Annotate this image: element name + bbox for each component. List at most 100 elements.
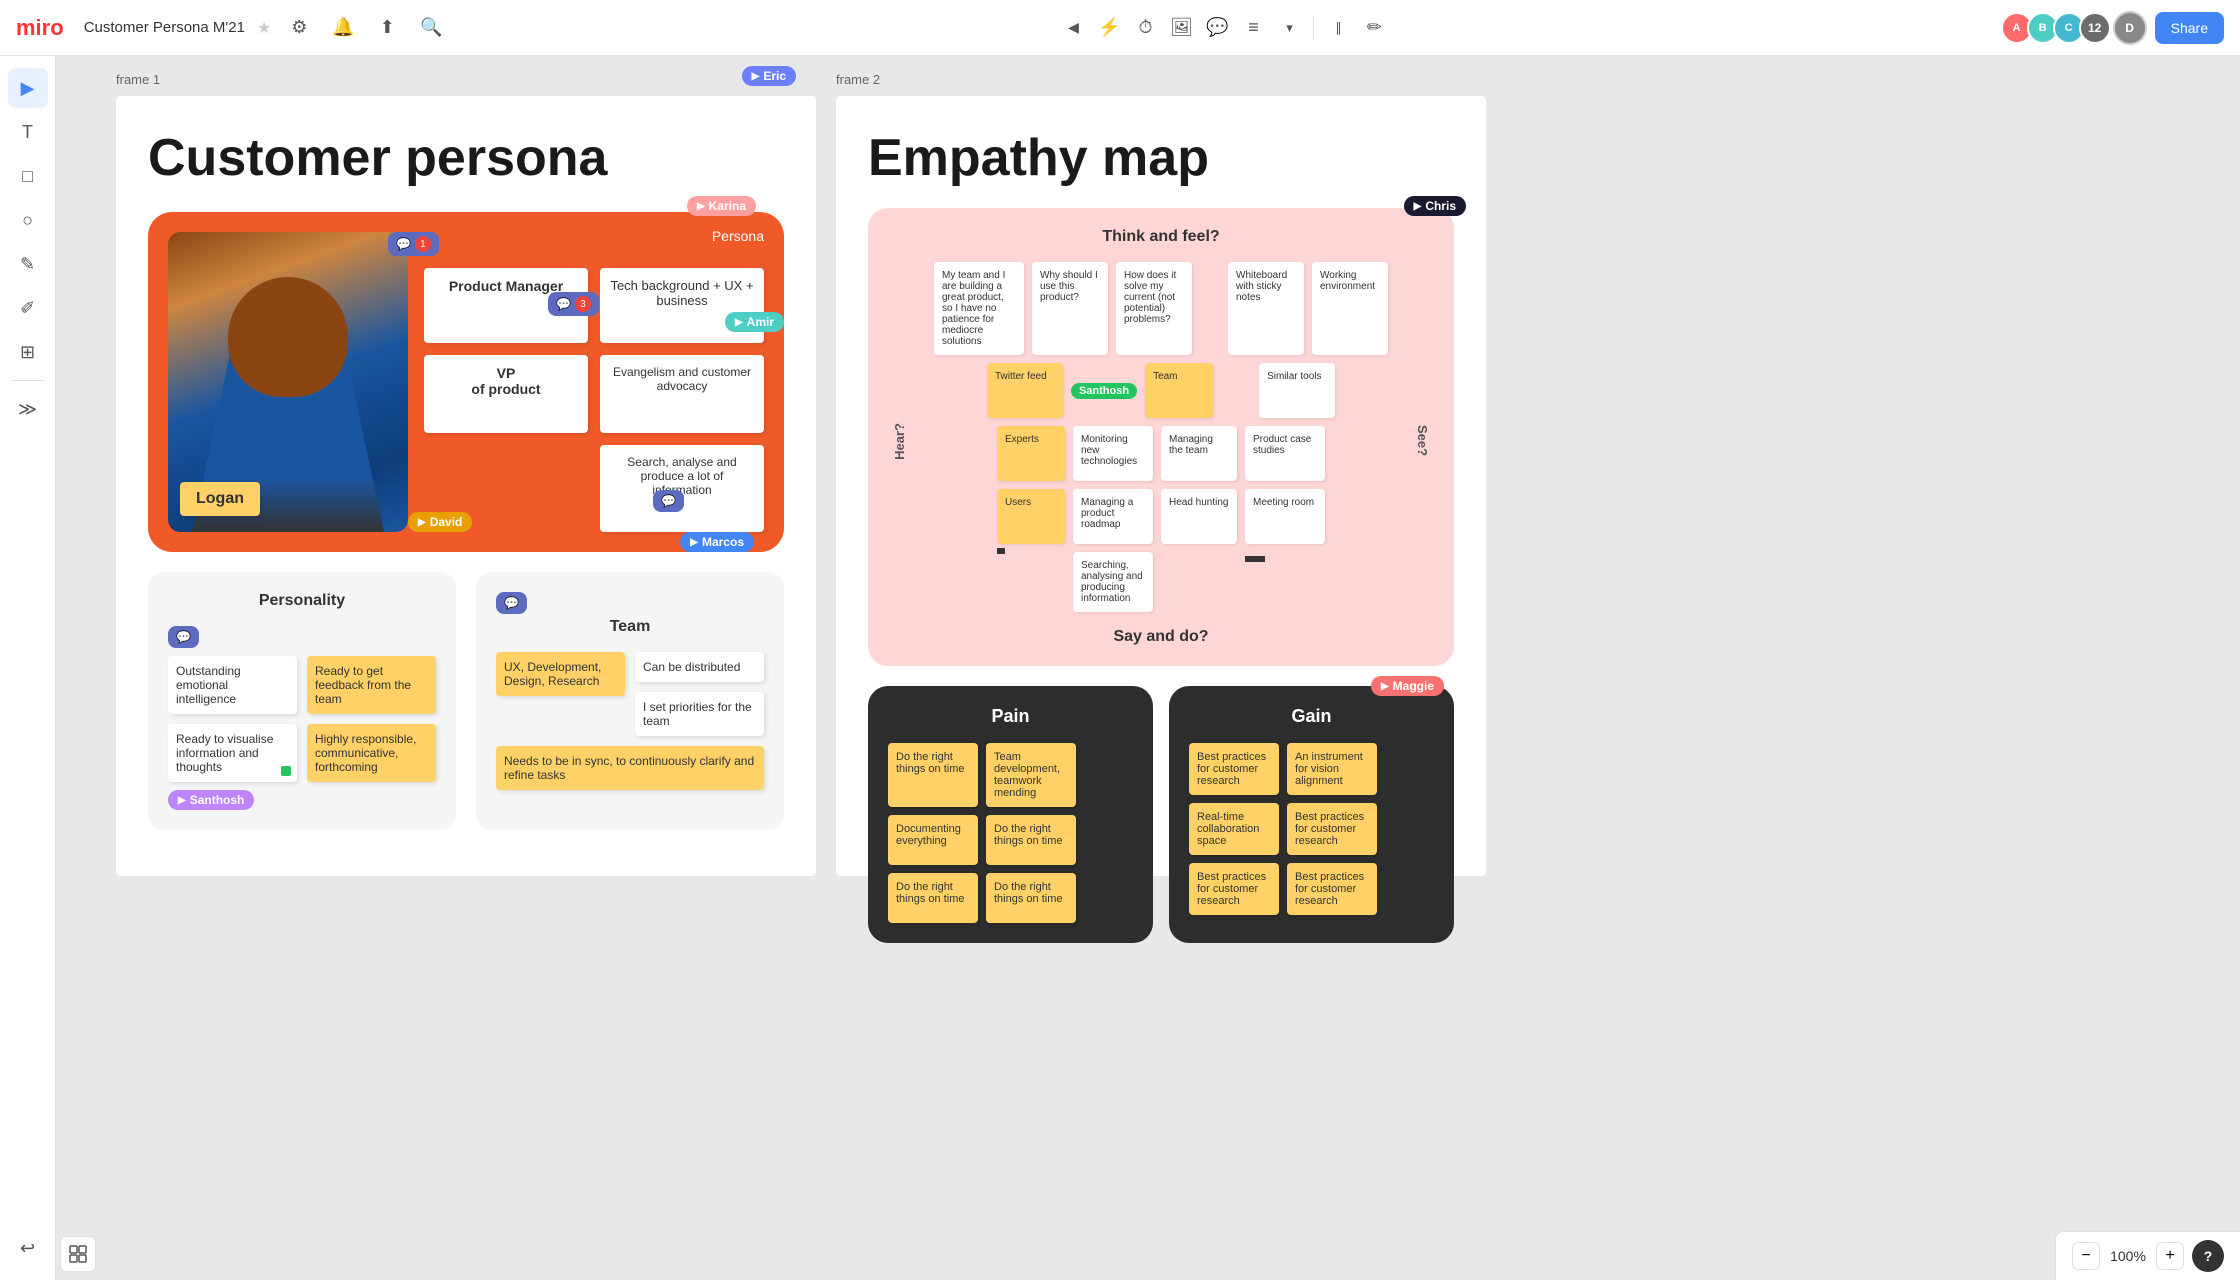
gain-3: Real-time collaboration space [1189,803,1279,855]
gain-card: ▶ Maggie Gain Best practices for custome… [1169,686,1454,943]
prev-icon[interactable]: ◀ [1057,12,1089,44]
persona-stickies: Product Manager Tech background + UX + b… [424,232,764,532]
cursor-eric: ▶ Eric [742,66,796,86]
pain-3: Documenting everything [888,815,978,865]
personality-comment[interactable]: 💬 [168,626,199,648]
sticky-tool[interactable]: □ [8,156,48,196]
frame2: frame 2 ▶ Chris Empathy map Think and fe… [836,96,1486,876]
gain-2: An instrument for vision alignment [1287,743,1377,795]
zoom-out-button[interactable]: − [2072,1242,2100,1270]
gain-title: Gain [1189,706,1434,727]
marker-tool[interactable]: ✐ [8,288,48,328]
logo-icon: miro [16,15,64,41]
pain-2: Team development, teamwork mending [986,743,1076,807]
em-sticky-meeting-room: Meeting room [1245,489,1325,544]
em-sticky-experts: Experts [997,426,1065,481]
see-label: See? [1411,425,1434,456]
settings-icon[interactable]: ⚙ [283,12,315,44]
em-sticky-similar: Similar tools [1259,363,1335,418]
personality-title: Personality [168,592,436,610]
hear-label: Hear? [888,423,911,460]
pain-5: Do the right things on time [888,873,978,923]
sticky-ux-team: UX, Development, Design, Research [496,652,625,696]
sticky-ready-feedback: Ready to get feedback from the team [307,656,436,714]
zoom-level: 100% [2108,1248,2148,1264]
sticky-ready-visualise: Ready to visualise information and thoug… [168,724,297,782]
topbar-right: A B C 12 D Share [2001,11,2224,45]
pain-6: Do the right things on time [986,873,1076,923]
sticky-outstanding: Outstanding emotional intelligence [168,656,297,714]
frame1-label: frame 1 [116,72,160,87]
help-button[interactable]: ? [2192,1240,2224,1272]
em-sticky-managing-roadmap: Managing a product roadmap [1073,489,1153,544]
em-sticky-product-case: Product case studies [1245,426,1325,481]
frame2-title: Empathy map [868,128,1454,188]
grid-tool[interactable]: ⊞ [8,332,48,372]
more-tools[interactable]: ≫ [8,389,48,429]
persona-card: Persona Logan 💬1 💬3 Product Manager Tech… [148,212,784,552]
em-sticky-my-team: My team and I are building a great produ… [934,262,1024,355]
frame1-title: Customer persona [148,128,784,188]
cursor-eduardo: Santhosh [1071,383,1137,399]
team-grid: UX, Development, Design, Research Can be… [496,652,764,790]
cursor-amir: ▶ Amir [725,312,784,332]
em-sticky-users: Users [997,489,1065,544]
avatar-group: A B C 12 [2001,12,2111,44]
lightning-icon[interactable]: ⚡ [1093,12,1125,44]
pen-tool[interactable]: ✎ [8,244,48,284]
menu-icon[interactable]: ≡ [1237,12,1269,44]
comment-badge-1[interactable]: 💬1 [388,232,439,256]
text-tool[interactable]: T [8,112,48,152]
frame2-label: frame 2 [836,72,880,87]
cursor-santhosh: ▶ Santhosh [168,790,254,810]
zoom-in-button[interactable]: + [2156,1242,2184,1270]
sticky-evangelism: Evangelism and customer advocacy [600,355,764,432]
shape-tool[interactable]: ○ [8,200,48,240]
em-sticky-head-hunting: Head hunting [1161,489,1237,544]
left-sidebar: ▶ T □ ○ ✎ ✐ ⊞ ≫ ↩ [0,56,56,1280]
avatar-count: 12 [2079,12,2111,44]
cursor-david: ▶ David [408,512,472,532]
em-sticky-twitter: Twitter feed [987,363,1063,418]
frame-icon[interactable]: 🖼 [1165,12,1197,44]
team-title: Team [496,618,764,636]
export-icon[interactable]: ⬆ [371,12,403,44]
frames-panel-icon[interactable] [60,1236,96,1272]
comment-badge-3[interactable]: 💬 [653,490,684,512]
gain-4: Best practices for customer research [1287,803,1377,855]
comment-icon[interactable]: 💬 [1201,12,1233,44]
empathy-center-row: Hear? My team and I are building a great… [888,262,1434,620]
gain-1: Best practices for customer research [1189,743,1279,795]
pain-1: Do the right things on time [888,743,978,807]
gain-6: Best practices for customer research [1287,863,1377,915]
comment-badge-2[interactable]: 💬3 [548,292,599,316]
em-sticky-managing-team: Managing the team [1161,426,1237,481]
canvas: frame 1 ▶ Eric ▶ Karina Customer persona… [56,56,2240,1280]
green-dot [281,766,291,776]
team-comment[interactable]: 💬 [496,592,527,614]
persona-photo: Logan [168,232,408,532]
em-sticky-how: How does it solve my current (not potent… [1116,262,1192,355]
personality-card: Personality 💬 Outstanding emotional inte… [148,572,456,830]
personality-grid: Outstanding emotional intelligence Ready… [168,656,436,782]
team-card: 💬 Team UX, Development, Design, Research… [476,572,784,830]
share-button[interactable]: Share [2155,12,2224,44]
bottombar: − 100% + ? [2055,1231,2240,1280]
chevron-down-icon[interactable]: ▾ [1273,12,1305,44]
undo-tool[interactable]: ↩ [8,1228,48,1268]
search-icon[interactable]: 🔍 [415,12,447,44]
pen-icon[interactable]: ✏ [1358,12,1390,44]
cursor-chris: ▶ Chris [1404,196,1466,216]
center-tools: ◀ ⚡ ⏱ 🖼 💬 ≡ ▾ ∥ ✏ [1057,12,1390,44]
em-sticky-why: Why should I use this product? [1032,262,1108,355]
star-icon[interactable]: ★ [257,18,271,38]
pain-title: Pain [888,706,1133,727]
sticky-can-distributed: Can be distributed [635,652,764,682]
em-sticky-monitoring: Monitoring new technologies [1073,426,1153,481]
select-tool[interactable]: ▶ [8,68,48,108]
filter-icon[interactable]: ∥ [1322,12,1354,44]
notifications-icon[interactable]: 🔔 [327,12,359,44]
timer-icon[interactable]: ⏱ [1129,12,1161,44]
topbar: miro Customer Persona M'21 ★ ⚙ 🔔 ⬆ 🔍 ◀ ⚡… [0,0,2240,56]
meeting-mark [1245,556,1265,562]
